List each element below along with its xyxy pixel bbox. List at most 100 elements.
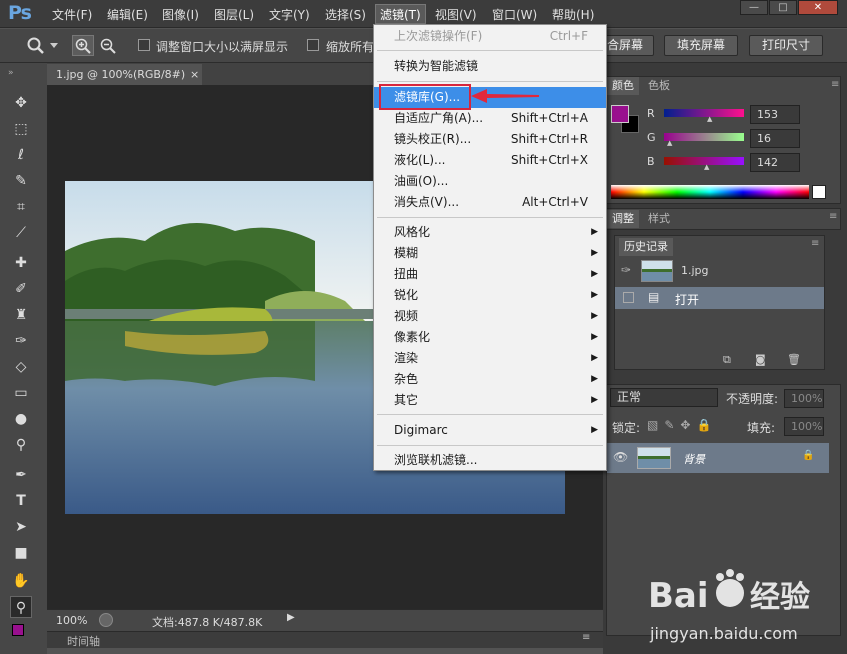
menu-edit[interactable]: 编辑(E) [107, 6, 148, 23]
menu-item-liquify[interactable]: 液化(L)... Shift+Ctrl+X [374, 150, 606, 171]
zoom-in-icon[interactable] [75, 38, 91, 54]
tab-swatches[interactable]: 色板 [643, 77, 675, 95]
print-size-button[interactable]: 打印尺寸 [749, 35, 823, 56]
fill-screen-button[interactable]: 填充屏幕 [664, 35, 738, 56]
status-info-icon[interactable] [99, 613, 113, 627]
zoom-out-icon[interactable] [100, 38, 116, 54]
path-select-tool-icon[interactable]: ➤ [10, 516, 32, 538]
eraser-tool-icon[interactable]: ◇ [10, 356, 32, 378]
menu-item-render[interactable]: 渲染 ▶ [374, 348, 606, 369]
lock-icons[interactable]: ▧✎✥🔒 [647, 418, 717, 432]
document-icon: ▤ [648, 290, 660, 304]
menu-item-stylize[interactable]: 风格化 ▶ [374, 222, 606, 243]
menu-item-distort[interactable]: 扭曲 ▶ [374, 264, 606, 285]
brush-tool-icon[interactable]: ✐ [10, 278, 32, 300]
menu-item-smart-filter[interactable]: 转换为智能滤镜 [374, 56, 606, 77]
restore-button[interactable]: □ [769, 0, 797, 15]
shape-tool-icon[interactable]: ■ [10, 542, 32, 564]
gradient-tool-icon[interactable]: ▭ [10, 382, 32, 404]
stamp-tool-icon[interactable]: ♜ [10, 304, 32, 326]
trash-icon[interactable]: 🗑 [787, 353, 801, 366]
history-brush-tool-icon[interactable]: ✑ [10, 330, 32, 352]
menu-file[interactable]: 文件(F) [52, 6, 92, 23]
panel-menu-icon[interactable]: ≡ [831, 79, 839, 90]
close-icon[interactable]: × [190, 64, 199, 85]
menu-help[interactable]: 帮助(H) [552, 6, 594, 23]
menu-item-digimarc[interactable]: Digimarc ▶ [374, 420, 606, 441]
chevron-down-icon[interactable] [50, 43, 58, 49]
menu-select[interactable]: 选择(S) [325, 6, 366, 23]
close-window-button[interactable]: ✕ [798, 0, 838, 15]
b-value-input[interactable]: 142 [750, 153, 800, 172]
marquee-tool-icon[interactable]: ⬚ [10, 118, 32, 140]
visibility-eye-icon[interactable]: 👁 [613, 450, 628, 464]
white-swatch[interactable] [812, 185, 826, 199]
eyedropper-tool-icon[interactable]: ⟋ [10, 222, 32, 244]
pen-tool-icon[interactable]: ✒ [10, 464, 32, 486]
type-tool-icon[interactable]: T [10, 490, 32, 512]
blend-mode-select[interactable]: 正常 [610, 388, 718, 407]
document-tab[interactable]: 1.jpg @ 100%(RGB/8#) × [47, 64, 202, 85]
r-slider-handle-icon[interactable]: ▲ [707, 115, 712, 123]
status-menu-arrow-icon[interactable]: ▶ [287, 612, 303, 628]
move-tool-icon[interactable]: ✥ [10, 92, 32, 114]
annotation-highlight-box [379, 84, 471, 110]
menu-filter[interactable]: 滤镜(T) [375, 4, 426, 24]
tab-color[interactable]: 颜色 [607, 77, 639, 95]
history-checkbox[interactable] [623, 292, 634, 303]
menu-item-sharpen[interactable]: 锐化 ▶ [374, 285, 606, 306]
foreground-color-swatch[interactable] [12, 624, 24, 636]
blur-tool-icon[interactable]: ● [10, 408, 32, 430]
collapse-icon[interactable]: » [8, 68, 42, 78]
menu-layer[interactable]: 图层(L) [214, 6, 254, 23]
resize-windows-checkbox[interactable] [138, 39, 150, 51]
menu-item-oil-paint[interactable]: 油画(O)... [374, 171, 606, 192]
menu-window[interactable]: 窗口(W) [492, 6, 537, 23]
panel-menu-icon[interactable]: ≡ [811, 238, 819, 249]
camera-icon[interactable]: ◙ [755, 353, 766, 366]
foreground-color-swatch[interactable] [611, 105, 629, 123]
fill-input[interactable]: 100% [784, 417, 824, 436]
g-value-input[interactable]: 16 [750, 129, 800, 148]
tab-adjustments[interactable]: 调整 [607, 210, 639, 228]
menu-item-vanishing-point[interactable]: 消失点(V)... Alt+Ctrl+V [374, 192, 606, 213]
minimize-button[interactable]: — [740, 0, 768, 15]
zoom-level[interactable]: 100% [56, 614, 87, 627]
menu-type[interactable]: 文字(Y) [269, 6, 310, 23]
panel-menu-icon[interactable]: ≡ [582, 632, 590, 643]
g-slider[interactable] [664, 133, 744, 141]
menu-item-browse-online-filters[interactable]: 浏览联机滤镜... [374, 450, 606, 471]
lasso-tool-icon[interactable]: ℓ [10, 144, 32, 166]
menu-item-video[interactable]: 视频 ▶ [374, 306, 606, 327]
menu-item-lens-correction[interactable]: 镜头校正(R)... Shift+Ctrl+R [374, 129, 606, 150]
quick-select-tool-icon[interactable]: ✎ [10, 170, 32, 192]
zoom-tool-icon[interactable] [26, 36, 46, 56]
opacity-input[interactable]: 100% [784, 389, 824, 408]
zoom-tool-icon[interactable]: ⚲ [10, 596, 32, 618]
panel-menu-icon[interactable]: ≡ [829, 211, 837, 222]
zoom-all-checkbox[interactable] [307, 39, 319, 51]
new-document-icon[interactable]: ⧉ [723, 353, 731, 367]
menu-item-other[interactable]: 其它 ▶ [374, 390, 606, 411]
crop-tool-icon[interactable]: ⌗ [10, 196, 32, 218]
hand-tool-icon[interactable]: ✋ [10, 570, 32, 592]
tab-styles[interactable]: 样式 [643, 210, 675, 228]
menu-item-last-filter: 上次滤镜操作(F) Ctrl+F [394, 29, 588, 43]
dodge-tool-icon[interactable]: ⚲ [10, 434, 32, 456]
healing-tool-icon[interactable]: ✚ [10, 252, 32, 274]
menu-view[interactable]: 视图(V) [435, 6, 477, 23]
b-slider-handle-icon[interactable]: ▲ [704, 163, 709, 171]
r-slider[interactable] [664, 109, 744, 117]
menu-item-adaptive-wide-angle[interactable]: 自适应广角(A)... Shift+Ctrl+A [374, 108, 606, 129]
menu-image[interactable]: 图像(I) [162, 6, 199, 23]
menu-item-blur[interactable]: 模糊 ▶ [374, 243, 606, 264]
tab-history[interactable]: 历史记录 [619, 238, 673, 256]
timeline-label[interactable]: 时间轴 [67, 633, 100, 649]
history-step-row[interactable]: ▤ 打开 [615, 287, 824, 309]
menu-item-noise[interactable]: 杂色 ▶ [374, 369, 606, 390]
layer-row-background[interactable]: 👁 背景 🔒 [607, 443, 829, 473]
menu-item-pixelate[interactable]: 像素化 ▶ [374, 327, 606, 348]
r-value-input[interactable]: 153 [750, 105, 800, 124]
history-snapshot-row[interactable]: ✑ 1.jpg [615, 258, 824, 286]
g-slider-handle-icon[interactable]: ▲ [667, 139, 672, 147]
